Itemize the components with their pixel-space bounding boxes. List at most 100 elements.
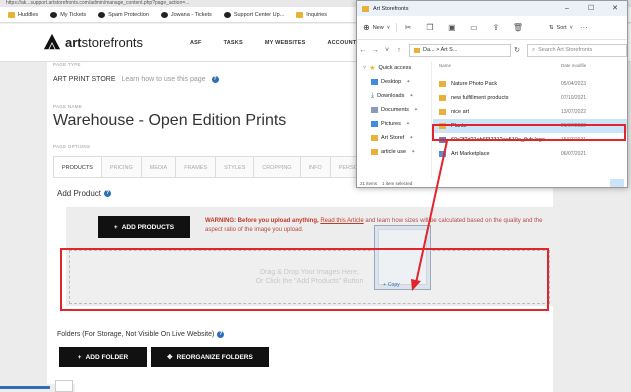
documents-icon [371, 107, 378, 113]
nav-downloads[interactable]: ⤓ Downloads ✦ [357, 89, 431, 103]
explorer-toolbar: ⊕ New ˅ ✂ ❐ ▣ ▭ ⇪ 🗑 ⇅ Sort ˅ ··· [357, 16, 627, 40]
column-date-header[interactable]: Date modifie [561, 63, 586, 68]
refresh-icon[interactable]: ↻ [511, 46, 523, 54]
list-header: Name Date modifie [433, 61, 627, 77]
details-view-button[interactable] [610, 179, 624, 187]
file-row[interactable]: Art Marketplace 06/07/2021 [433, 147, 627, 161]
bookmark-spam-protection[interactable]: Spam Protection [94, 11, 153, 18]
close-button[interactable]: ✕ [603, 1, 627, 16]
tab-media[interactable]: MEDIA [140, 156, 177, 177]
logo-text-bold: art [65, 34, 82, 50]
explorer-address-input[interactable]: Da... > Art S... [409, 43, 511, 57]
file-explorer-window: Art Storefronts – ☐ ✕ ⊕ New ˅ ✂ ❐ ▣ ▭ ⇪ … [356, 0, 628, 188]
tab-products[interactable]: PRODUCTS [53, 156, 102, 177]
file-row[interactable]: new fulfillment products 07/10/2021 [433, 91, 627, 105]
page-type-label: PAGE TYPE [53, 62, 81, 67]
nav-account[interactable]: ACCOUNT [327, 40, 356, 46]
tab-styles[interactable]: STYLES [215, 156, 255, 177]
logo-icon [43, 33, 61, 50]
pictures-icon [371, 121, 378, 127]
explorer-search-input[interactable]: ⌕ Search Art Storefronts [527, 43, 627, 57]
page-type-value: ART PRINT STORE Learn how to use this pa… [53, 76, 219, 83]
nav-article-use[interactable]: article use ✦ [357, 145, 431, 159]
move-icon: ✥ [167, 354, 173, 361]
explorer-address-row: ← → ˅ ↑ Da... > Art S... ↻ ⌕ Search Art … [357, 41, 627, 59]
nav-art-storefronts[interactable]: Art Storef ✦ [357, 131, 431, 145]
folder-icon [371, 135, 378, 141]
search-icon: ⌕ [532, 46, 536, 53]
help-icon[interactable]: ? [211, 76, 219, 83]
cut-icon[interactable]: ✂ [397, 23, 419, 32]
bookmark-my-tickets[interactable]: My Tickets [46, 11, 90, 18]
new-button[interactable]: ⊕ New ˅ [363, 23, 397, 32]
share-icon[interactable]: ⇪ [485, 23, 507, 32]
explorer-file-list: Name Date modifie Nature Photo Pack 05/04… [433, 61, 627, 178]
logo[interactable]: artstorefronts [43, 33, 143, 51]
bookmark-support-center[interactable]: Support Center Up... [220, 11, 288, 18]
help-icon[interactable]: ? [217, 331, 225, 338]
bottom-card [55, 380, 73, 392]
rename-icon[interactable]: ▭ [463, 23, 485, 32]
ticket-icon [160, 11, 168, 18]
more-icon[interactable]: ··· [573, 23, 595, 32]
tab-cropping[interactable]: CROPPING [253, 156, 301, 177]
pin-icon: ✦ [409, 93, 414, 99]
pin-icon: ✦ [406, 79, 411, 85]
nav-asf[interactable]: ASF [190, 40, 202, 46]
nav-quick-access[interactable]: ˅ ★ Quick access [357, 61, 431, 75]
star-icon: ★ [369, 65, 376, 72]
paste-icon[interactable]: ▣ [441, 23, 463, 32]
forward-arrow-icon[interactable]: → [369, 47, 381, 54]
chevron-down-icon: ˅ [386, 24, 390, 31]
pin-icon: ✦ [405, 121, 411, 127]
folders-heading: Folders (For Storage, Not Visible On Liv… [57, 331, 225, 338]
delete-icon[interactable]: 🗑 [507, 23, 529, 32]
bookmark-huddles[interactable]: Huddles [4, 11, 42, 18]
main-nav: ASF TASKS MY WEBSITES ACCOUNT [190, 40, 356, 46]
bookmark-jowana-tickets[interactable]: Jowana - Tickets [157, 11, 216, 18]
explorer-nav-pane: ˅ ★ Quick access Desktop ✦ ⤓ Downloads ✦ Docu… [357, 61, 432, 178]
file-row[interactable]: nice art 13/07/2022 [433, 105, 627, 119]
plus-icon: + [113, 223, 118, 231]
chevron-down-icon[interactable]: ˅ [381, 47, 393, 54]
annotation-box-folder [432, 124, 626, 141]
left-gutter [0, 62, 47, 392]
folder-icon [362, 5, 369, 12]
document-file-icon [439, 151, 446, 157]
nav-pictures[interactable]: Pictures ✦ [357, 117, 431, 131]
read-article-link[interactable]: Read this Article [320, 218, 363, 224]
ticket-icon [98, 11, 106, 18]
maximize-button[interactable]: ☐ [579, 1, 603, 16]
copy-icon[interactable]: ❐ [419, 23, 441, 32]
folder-icon [8, 11, 15, 18]
up-arrow-icon[interactable]: ↑ [393, 47, 405, 54]
explorer-status-bar: 21 items 1 item selected [357, 178, 627, 188]
add-products-button[interactable]: + ADD PRODUCTS [98, 216, 190, 238]
minimize-button[interactable]: – [555, 1, 579, 16]
folder-icon [439, 81, 446, 87]
add-folder-button[interactable]: + ADD FOLDER [59, 347, 147, 367]
page-type-help-link[interactable]: Learn how to use this page [122, 76, 206, 83]
tab-pricing[interactable]: PRICING [100, 156, 142, 177]
column-name-header[interactable]: Name [433, 63, 561, 68]
sort-button[interactable]: ⇅ Sort ˅ [549, 25, 573, 31]
folder-icon [371, 149, 378, 155]
back-arrow-icon[interactable]: ← [357, 47, 369, 54]
support-icon [223, 11, 231, 18]
folder-icon [414, 47, 420, 53]
tab-frames[interactable]: FRAMES [175, 156, 217, 177]
tab-info[interactable]: INFO [299, 156, 331, 177]
nav-my-websites[interactable]: MY WEBSITES [265, 40, 306, 46]
nav-desktop[interactable]: Desktop ✦ [357, 75, 431, 89]
nav-tasks[interactable]: TASKS [224, 40, 243, 46]
bookmark-inquiries[interactable]: Inquiries [292, 11, 331, 18]
reorganize-folders-button[interactable]: ✥ REORGANIZE FOLDERS [151, 347, 269, 367]
annotation-box-dropzone [60, 248, 549, 311]
download-icon: ⤓ [371, 92, 375, 99]
plus-circle-icon: ⊕ [363, 23, 370, 32]
nav-documents[interactable]: Documents ✦ [357, 103, 431, 117]
sort-icon: ⇅ [548, 24, 554, 31]
explorer-title-bar[interactable]: Art Storefronts – ☐ ✕ [357, 1, 627, 16]
help-icon[interactable]: ? [104, 190, 112, 197]
file-row[interactable]: Nature Photo Pack 05/04/2023 [433, 77, 627, 91]
